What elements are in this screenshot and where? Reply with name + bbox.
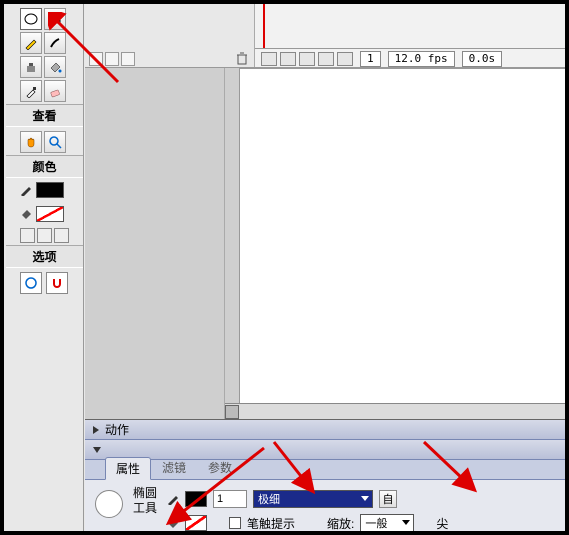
tool-grid-view [6, 127, 83, 155]
stage[interactable] [239, 68, 565, 408]
options-row [6, 268, 83, 298]
stroke-icon [167, 493, 179, 505]
toolbox: 查看 颜色 选项 [6, 4, 84, 531]
fill-color-row [6, 202, 83, 226]
object-drawing-toggle[interactable] [20, 272, 42, 294]
canvas-area [225, 68, 565, 419]
modify-markers-button[interactable] [337, 52, 353, 66]
add-guide-button[interactable] [105, 52, 119, 66]
tool-name-label: 椭圆工具 [133, 486, 157, 516]
properties-body: 椭圆工具 极细 自 笔触提示 [85, 480, 565, 535]
custom-stroke-button[interactable]: 自 [379, 490, 397, 508]
oval-tool[interactable] [20, 8, 42, 30]
stroke-color-row [6, 178, 83, 202]
swap-button[interactable] [54, 228, 69, 243]
canvas-gutter [85, 68, 225, 419]
properties-tabs: 属性 滤镜 参数 [85, 460, 565, 480]
stroke-style-dropdown[interactable]: 极细 [253, 490, 373, 508]
new-layer-button[interactable] [89, 52, 103, 66]
center-frame-button[interactable] [261, 52, 277, 66]
pencil-tool[interactable] [20, 32, 42, 54]
elapsed-readout: 0.0s [462, 51, 503, 67]
timeline-panel: 1 12.0 fps 0.0s [85, 4, 565, 68]
canvas-wrap [85, 68, 565, 419]
scroll-thumb[interactable] [225, 405, 239, 419]
hand-tool[interactable] [20, 131, 42, 153]
stroke-hint-checkbox[interactable] [229, 517, 241, 529]
fps-readout: 12.0 fps [388, 51, 455, 67]
expand-icon [93, 426, 99, 434]
actions-panel-header[interactable]: 动作 [85, 420, 565, 440]
cap-label: 尖 [436, 515, 448, 532]
eyedropper-tool[interactable] [20, 80, 42, 102]
snap-toggle[interactable] [46, 272, 68, 294]
zoom-tool[interactable] [44, 131, 66, 153]
trash-icon[interactable] [235, 51, 249, 65]
onion-skin-button[interactable] [280, 52, 296, 66]
tool-grid-main [6, 4, 83, 104]
ink-bottle-tool[interactable] [20, 56, 42, 78]
hscrollbar[interactable] [225, 403, 565, 419]
options-section-header: 选项 [6, 245, 83, 268]
bw-button[interactable] [20, 228, 35, 243]
onion-outline-button[interactable] [299, 52, 315, 66]
scale-dropdown[interactable]: 一般 [360, 514, 414, 532]
brush-tool[interactable] [44, 32, 66, 54]
colors-section-header: 颜色 [6, 155, 83, 178]
tool-preview-icon [95, 490, 123, 518]
prop-controls: 极细 自 笔触提示 缩放: 一般 尖 [167, 486, 555, 532]
fill-icon [167, 517, 179, 529]
pencil-icon [20, 184, 32, 196]
stroke-color-swatch[interactable] [185, 491, 207, 507]
fill-swatch[interactable] [36, 206, 64, 222]
stroke-hint-label: 笔触提示 [247, 515, 295, 532]
stroke-weight-field[interactable] [213, 490, 247, 508]
collapse-icon [93, 447, 101, 453]
tab-filters[interactable]: 滤镜 [151, 456, 197, 479]
actions-label: 动作 [105, 421, 129, 438]
color-tools-row [6, 226, 83, 245]
scale-label: 缩放: [327, 515, 354, 532]
nocolor-button[interactable] [37, 228, 52, 243]
main-area: 1 12.0 fps 0.0s 动作 属性 滤镜 [85, 4, 565, 531]
playhead[interactable] [263, 4, 265, 48]
new-folder-button[interactable] [121, 52, 135, 66]
paint-bucket-tool[interactable] [44, 56, 66, 78]
edit-multiple-button[interactable] [318, 52, 334, 66]
current-frame-readout: 1 [360, 51, 381, 67]
bucket-icon [20, 208, 32, 220]
bottom-panels: 动作 属性 滤镜 参数 椭圆工具 [85, 419, 565, 531]
rectangle-tool[interactable] [44, 8, 66, 30]
tab-params[interactable]: 参数 [197, 456, 243, 479]
stroke-swatch[interactable] [36, 182, 64, 198]
tab-properties[interactable]: 属性 [105, 457, 151, 480]
view-section-header: 查看 [6, 104, 83, 127]
timeline-layers [85, 4, 255, 67]
fill-color-swatch[interactable] [185, 515, 207, 531]
eraser-tool[interactable] [44, 80, 66, 102]
timeline-controls: 1 12.0 fps 0.0s [255, 48, 565, 68]
timeline-frames: 1 12.0 fps 0.0s [255, 4, 565, 67]
